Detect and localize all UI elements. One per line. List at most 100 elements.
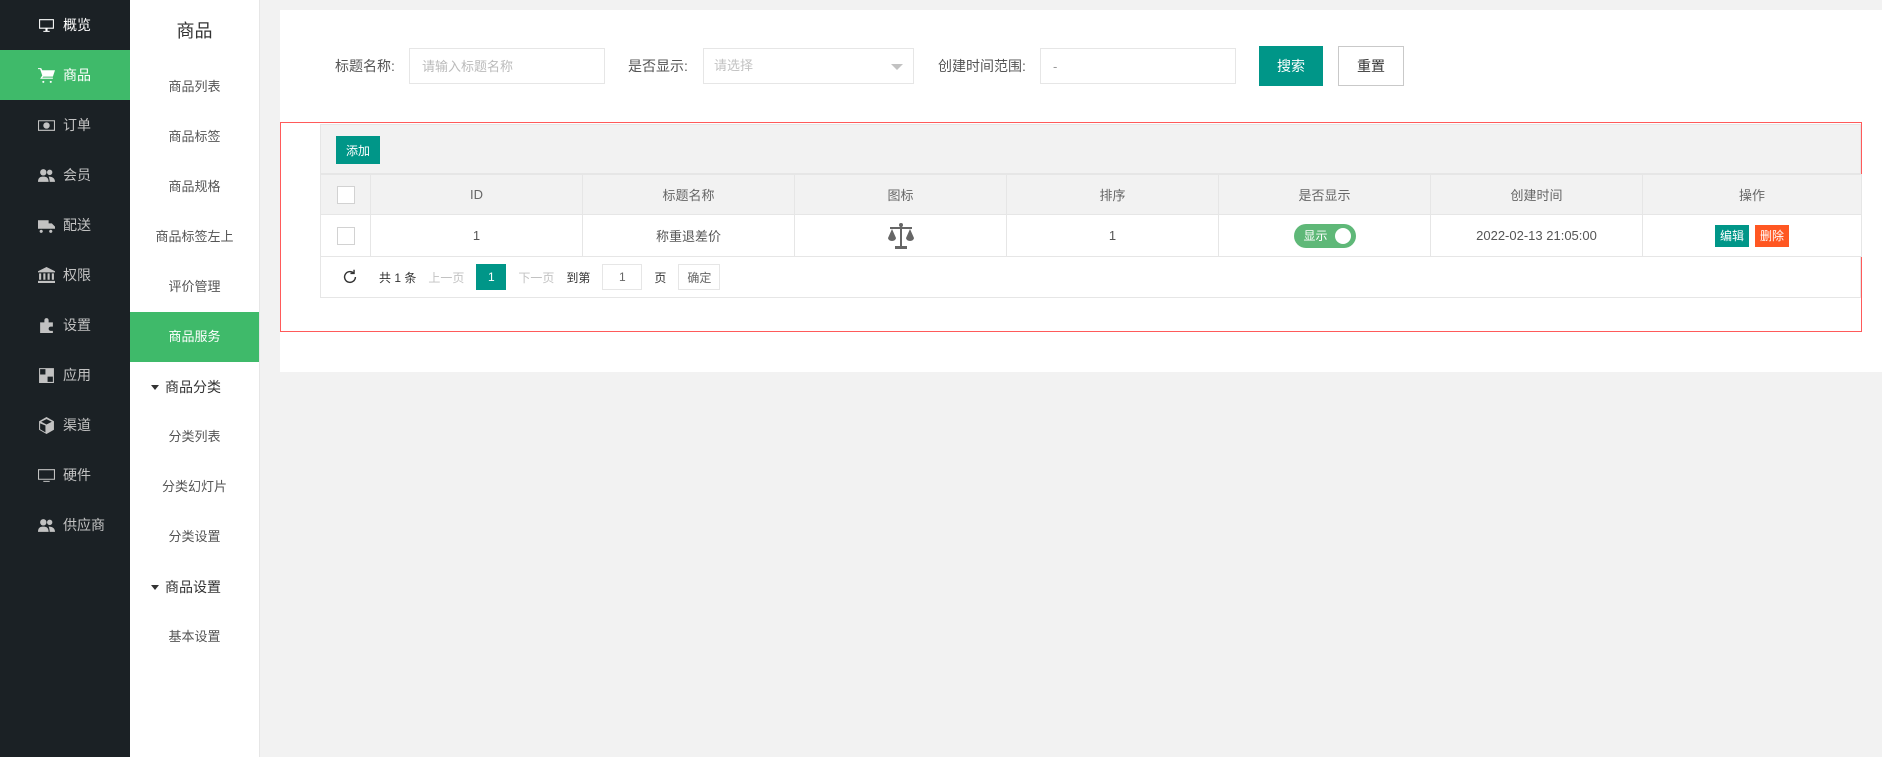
column-header-id[interactable]: ID: [370, 174, 583, 215]
cell-actions: 编辑 删除: [1642, 214, 1862, 257]
dropdown-arrow-icon: [891, 64, 903, 70]
nav-label: 供应商: [63, 517, 105, 533]
service-table: ID 标题名称 图标 排序 是否显示 创建时间 操作 1 称重退差价 1 显示 …: [320, 174, 1862, 257]
refresh-icon[interactable]: [341, 268, 359, 286]
delete-button[interactable]: 删除: [1755, 224, 1790, 247]
users-icon: [37, 516, 55, 534]
nav-item-suppliers[interactable]: 供应商: [0, 500, 130, 550]
column-header-sort[interactable]: 排序: [1006, 174, 1219, 215]
sub-item-reviews[interactable]: 评价管理: [130, 262, 259, 312]
sub-item-goods-list[interactable]: 商品列表: [130, 62, 259, 112]
nav-item-channels[interactable]: 渠道: [0, 400, 130, 450]
nav-label: 渠道: [63, 417, 91, 433]
nav-label: 权限: [63, 267, 91, 283]
nav-label: 配送: [63, 217, 91, 233]
time-filter-label: 创建时间范围:: [938, 58, 1026, 74]
table-header-row: ID 标题名称 图标 排序 是否显示 创建时间 操作: [320, 174, 1862, 215]
title-filter-label: 标题名称:: [335, 58, 395, 74]
users-icon: [37, 166, 55, 184]
pager-total: 共 1 条: [379, 270, 417, 285]
time-range-input[interactable]: [1040, 48, 1236, 84]
title-filter-input[interactable]: [409, 48, 605, 84]
show-filter-label: 是否显示:: [628, 58, 688, 74]
pager-page-unit: 页: [654, 270, 667, 285]
show-filter-select[interactable]: 请选择: [703, 48, 914, 84]
sub-group-goods-settings[interactable]: 商品设置: [130, 562, 259, 612]
nav-item-hardware[interactable]: 硬件: [0, 450, 130, 500]
nav-item-members[interactable]: 会员: [0, 150, 130, 200]
table-row: 1 称重退差价 1 显示 2022-02-13 21:05:00 编辑 删除: [320, 214, 1862, 257]
switch-label: 显示: [1303, 228, 1328, 243]
add-button[interactable]: 添加: [336, 136, 381, 164]
apps-icon: [37, 366, 55, 384]
pager-prev[interactable]: 上一页: [428, 269, 464, 286]
sub-group-category[interactable]: 商品分类: [130, 362, 259, 412]
cell-created: 2022-02-13 21:05:00: [1430, 214, 1643, 257]
nav-label: 会员: [63, 167, 91, 183]
sub-item-goods-tag-topleft[interactable]: 商品标签左上: [130, 212, 259, 262]
pager-page-input[interactable]: [602, 264, 643, 290]
caret-down-icon: [151, 584, 159, 590]
bank-icon: [37, 266, 55, 284]
sub-sidebar-title: 商品: [176, 21, 213, 41]
table-toolbar: 添加: [320, 124, 1861, 174]
reset-button[interactable]: 重置: [1338, 46, 1404, 86]
show-filter-placeholder: 请选择: [714, 58, 754, 73]
scale-icon: [887, 222, 914, 249]
column-header-icon[interactable]: 图标: [794, 174, 1007, 215]
edit-button[interactable]: 编辑: [1714, 224, 1749, 247]
nav-label: 概览: [63, 17, 91, 33]
nav-label: 订单: [63, 117, 91, 133]
sub-group-label: 商品设置: [165, 579, 221, 595]
sub-sidebar: 商品 商品列表 商品标签 商品规格 商品标签左上 评价管理 商品服务 商品分类 …: [130, 0, 260, 757]
nav-item-permissions[interactable]: 权限: [0, 250, 130, 300]
nav-label: 商品: [63, 67, 91, 83]
caret-down-icon: [151, 384, 159, 390]
pager-confirm-button[interactable]: 确定: [678, 264, 721, 290]
main-sidebar: 概览 商品 订单 会员 配送 权限 设置 应用 渠道 硬件 供应商: [0, 0, 130, 757]
column-header-title[interactable]: 标题名称: [582, 174, 795, 215]
nav-label: 设置: [63, 317, 91, 333]
sub-item-goods-specs[interactable]: 商品规格: [130, 162, 259, 212]
sub-group-label: 商品分类: [165, 379, 221, 395]
nav-item-settings[interactable]: 设置: [0, 300, 130, 350]
sub-item-category-settings[interactable]: 分类设置: [130, 512, 259, 562]
sub-item-basic-settings[interactable]: 基本设置: [130, 612, 259, 662]
pager-current-page[interactable]: 1: [476, 264, 507, 290]
truck-icon: [37, 216, 55, 234]
nav-item-orders[interactable]: 订单: [0, 100, 130, 150]
pager-goto-label: 到第: [566, 270, 591, 285]
puzzle-icon: [37, 316, 55, 334]
cube-icon: [37, 416, 55, 434]
select-all-checkbox[interactable]: [336, 185, 355, 204]
cell-sort: 1: [1006, 214, 1219, 257]
switch-knob: [1334, 227, 1351, 244]
cell-show: 显示: [1218, 214, 1431, 257]
money-icon: [37, 116, 55, 134]
nav-item-delivery[interactable]: 配送: [0, 200, 130, 250]
sub-item-goods-service[interactable]: 商品服务: [130, 312, 259, 362]
nav-item-overview[interactable]: 概览: [0, 0, 130, 50]
cart-icon: [37, 66, 55, 84]
column-header-created[interactable]: 创建时间: [1430, 174, 1643, 215]
nav-item-goods[interactable]: 商品: [0, 50, 130, 100]
cell-icon: [794, 214, 1007, 257]
monitor-icon: [37, 16, 55, 34]
filter-bar: 标题名称: 是否显示: 请选择 创建时间范围: 搜索 重置: [280, 46, 1680, 88]
pager-next[interactable]: 下一页: [518, 269, 554, 286]
nav-label: 应用: [63, 367, 91, 383]
select-all-cell: [320, 174, 371, 215]
show-toggle-switch[interactable]: 显示: [1293, 223, 1356, 248]
nav-item-apps[interactable]: 应用: [0, 350, 130, 400]
column-header-show[interactable]: 是否显示: [1218, 174, 1431, 215]
sub-item-category-list[interactable]: 分类列表: [130, 412, 259, 462]
nav-label: 硬件: [63, 467, 91, 483]
content-panel: 标题名称: 是否显示: 请选择 创建时间范围: 搜索 重置 添加 ID 标题名称: [280, 10, 1882, 372]
cell-title: 称重退差价: [582, 214, 795, 257]
pagination: 共 1 条 上一页 1 下一页 到第 页 确定: [320, 257, 1861, 298]
row-select-cell: [320, 214, 371, 257]
sub-item-goods-tags[interactable]: 商品标签: [130, 112, 259, 162]
search-button[interactable]: 搜索: [1259, 46, 1323, 86]
row-checkbox[interactable]: [336, 226, 355, 245]
sub-item-category-slides[interactable]: 分类幻灯片: [130, 462, 259, 512]
